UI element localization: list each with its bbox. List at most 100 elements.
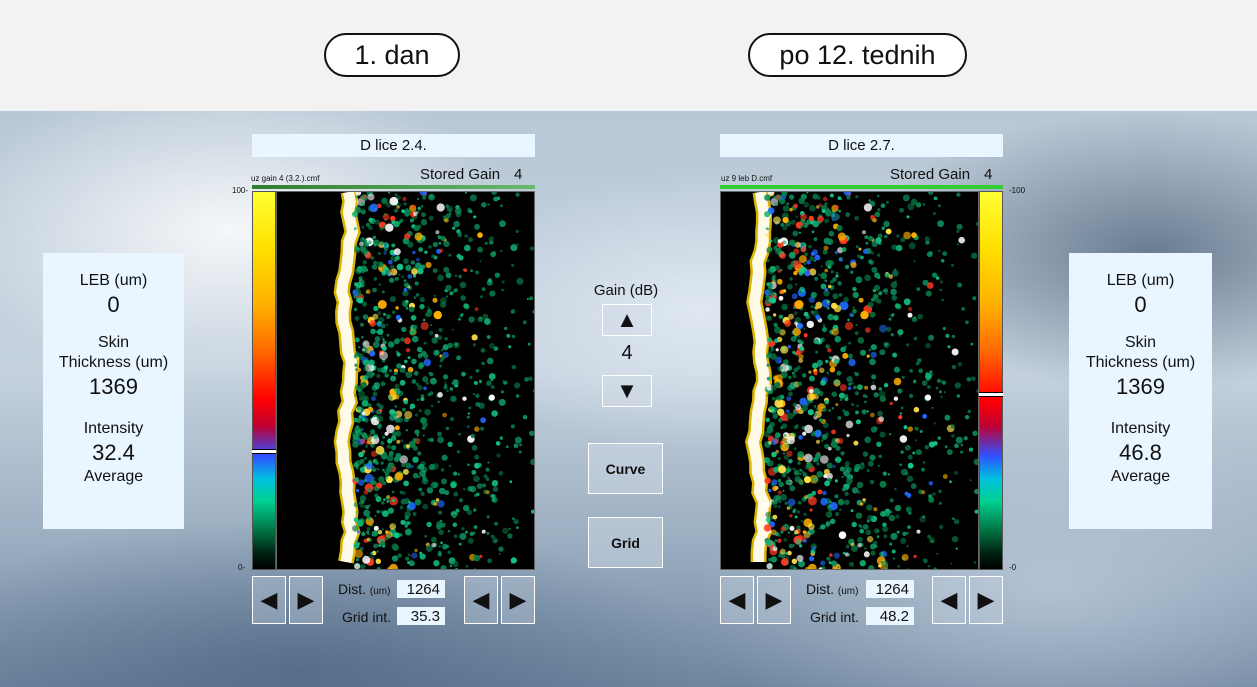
speckle (524, 377, 529, 382)
grid-button[interactable]: Grid (588, 517, 663, 568)
speckle (392, 555, 399, 562)
speckle (353, 502, 359, 508)
curve-button[interactable]: Curve (588, 443, 663, 494)
speckle (364, 376, 367, 379)
left-thickness-label: Thickness (um) (58, 354, 169, 371)
speckle (376, 467, 379, 471)
speckle (389, 414, 396, 421)
speckle (405, 207, 409, 211)
speckle (418, 247, 423, 252)
speckle (839, 384, 847, 392)
speckle (881, 226, 885, 230)
speckle (460, 295, 466, 301)
right-grid-next-button[interactable]: ▶ (969, 576, 1003, 624)
speckle (872, 381, 875, 384)
speckle (510, 424, 515, 429)
speckle (392, 544, 399, 551)
speckle (831, 429, 836, 435)
speckle (386, 494, 391, 499)
right-prev-button[interactable]: ◀ (720, 576, 754, 624)
speckle (780, 345, 789, 354)
speckle (361, 375, 369, 382)
speckle (430, 377, 437, 385)
speckle (835, 205, 839, 209)
speckle (922, 203, 926, 206)
speckle (825, 511, 833, 518)
right-next-button[interactable]: ▶ (757, 576, 791, 624)
speckle (451, 328, 454, 331)
right-grid-prev-button[interactable]: ◀ (932, 576, 966, 624)
speckle (365, 289, 371, 294)
speckle (403, 480, 409, 487)
speckle (777, 505, 781, 509)
speckle (941, 298, 944, 301)
speckle (811, 430, 816, 436)
speckle (825, 400, 829, 404)
speckle (790, 336, 797, 342)
speckle (773, 322, 778, 327)
speckle (411, 268, 418, 275)
speckle (455, 508, 460, 513)
speckle (355, 510, 358, 514)
gain-down-button[interactable]: ▼ (602, 375, 652, 407)
speckle (792, 260, 802, 269)
speckle (423, 358, 431, 367)
speckle (782, 489, 785, 492)
speckle (834, 335, 842, 343)
speckle (815, 350, 819, 354)
gain-up-button[interactable]: ▲ (602, 304, 652, 336)
speckle (973, 561, 977, 564)
speckle (358, 390, 366, 398)
speckle (890, 333, 894, 337)
speckle (940, 395, 943, 399)
speckle (480, 348, 486, 353)
speckle (378, 252, 381, 255)
speckle (360, 209, 366, 215)
speckle (868, 460, 874, 467)
speckle (355, 558, 360, 562)
speckle (919, 430, 923, 433)
speckle (802, 431, 807, 436)
speckle (451, 382, 455, 385)
speckle (379, 351, 388, 360)
label-day-1: 1. dan (324, 33, 460, 77)
speckle (951, 348, 959, 356)
speckle (439, 364, 442, 368)
speckle (866, 536, 874, 543)
speckle (876, 530, 879, 533)
speckle (438, 510, 442, 515)
left-gain-marker[interactable] (252, 448, 276, 454)
right-info-panel: LEB (um) 0 Skin Thickness (um) 1369 Inte… (1069, 253, 1212, 529)
speckle (480, 295, 483, 299)
speckle (888, 274, 893, 279)
right-color-scale[interactable] (979, 191, 1003, 570)
right-gain-marker[interactable] (979, 391, 1003, 397)
left-grid-prev-button[interactable]: ◀ (464, 576, 498, 624)
speckle (870, 214, 875, 220)
speckle (787, 531, 791, 534)
left-next-button[interactable]: ▶ (289, 576, 323, 624)
right-file-name: uz 9 leb D.cmf (721, 174, 773, 183)
left-prev-button[interactable]: ◀ (252, 576, 286, 624)
speckle (437, 274, 444, 282)
speckle (417, 451, 422, 456)
speckle (768, 488, 772, 493)
left-color-scale[interactable] (252, 191, 276, 570)
speckle (786, 476, 791, 481)
speckle (971, 376, 976, 381)
speckle (381, 290, 385, 294)
speckle (509, 480, 513, 484)
speckle (905, 343, 910, 347)
speckle (411, 335, 419, 343)
speckle (354, 315, 360, 321)
speckle (770, 406, 777, 414)
speckle (501, 288, 504, 292)
speckle (788, 313, 794, 320)
speckle (900, 237, 906, 243)
speckle (389, 196, 399, 206)
speckle (511, 364, 516, 370)
left-grid-next-button[interactable]: ▶ (501, 576, 535, 624)
speckle (473, 509, 476, 512)
speckle (367, 225, 373, 231)
speckle (491, 410, 498, 417)
